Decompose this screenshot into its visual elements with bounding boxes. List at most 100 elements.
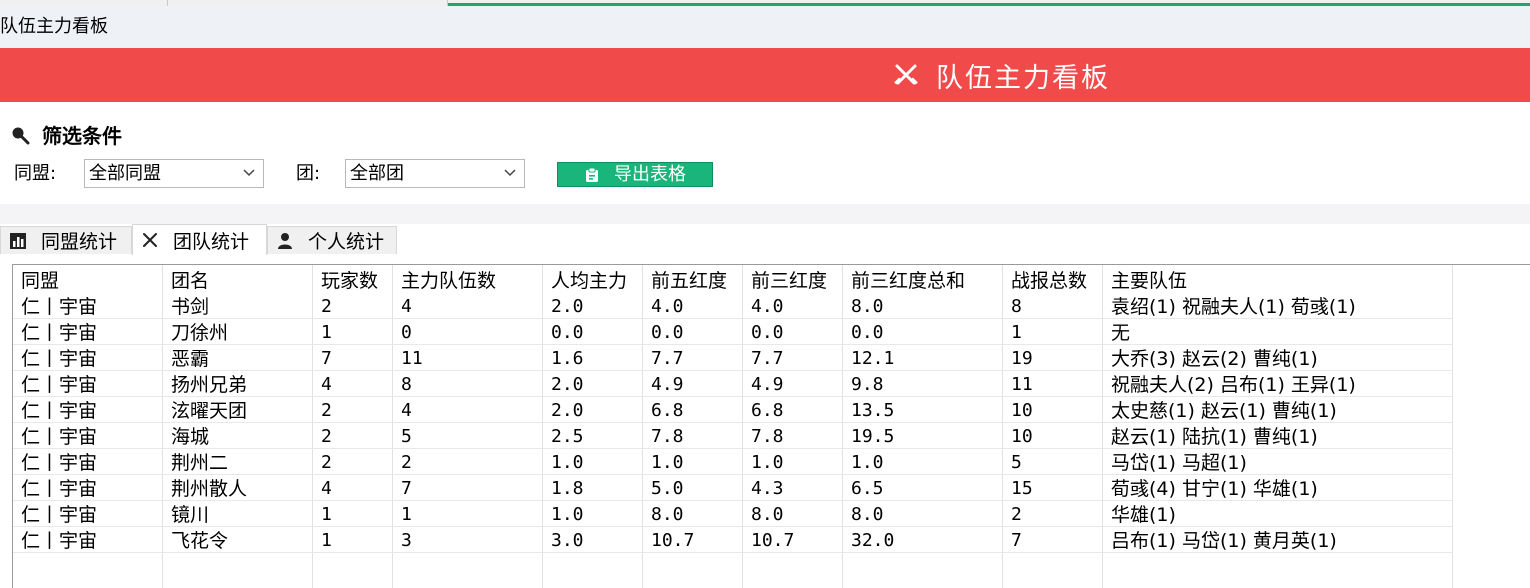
tab-personal-stats[interactable]: 个人统计 — [267, 226, 397, 254]
cell-avg-main: 1.6 — [551, 348, 584, 369]
cell-alliance: 仁丨宇宙 — [21, 322, 98, 344]
cell-player-count: 1 — [321, 530, 332, 551]
cell-top3-red: 0.0 — [751, 322, 784, 343]
header-banner: 队伍主力看板 — [0, 48, 1530, 102]
cell-main-teams: 吕布(1) 马岱(1) 黄月英(1) — [1111, 530, 1337, 552]
cell-main-team-count: 8 — [401, 374, 412, 395]
table-row[interactable]: 仁丨宇宙 荆州散人 4 7 1.8 5.0 4.3 6.5 15 荀彧(4) 甘… — [13, 475, 1453, 501]
export-table-button[interactable]: 导出表格 — [557, 162, 713, 187]
tab-label: 团队统计 — [173, 230, 250, 253]
table-row[interactable]: 仁丨宇宙 海城 2 5 2.5 7.8 7.8 19.5 10 赵云(1) 陆抗… — [13, 423, 1453, 449]
tab-alliance-stats[interactable]: 同盟统计 — [0, 226, 132, 254]
cell-top3-red: 1.0 — [751, 452, 784, 473]
cell-avg-main: 3.0 — [551, 530, 584, 551]
cell-player-count: 7 — [321, 348, 332, 369]
cell-main-teams: 祝融夫人(2) 吕布(1) 王异(1) — [1111, 374, 1356, 396]
chevron-down-icon — [243, 169, 255, 177]
person-icon — [278, 232, 292, 249]
table-row[interactable]: 仁丨宇宙 刀徐州 1 0 0.0 0.0 0.0 0.0 1 无 — [13, 319, 1453, 345]
team-stats-table[interactable]: 同盟 团名 玩家数 主力队伍数 人均主力 前五红度 前三红度 前三红度总和 战报… — [12, 264, 1530, 588]
cell-avg-main: 1.8 — [551, 478, 584, 499]
cell-avg-main: 1.0 — [551, 504, 584, 525]
export-button-label: 导出表格 — [614, 164, 686, 185]
tab-bar: 同盟统计 团队统计 个人统计 — [0, 224, 1530, 255]
cell-top3-red: 4.9 — [751, 374, 784, 395]
table-row[interactable]: 仁丨宇宙 荆州二 2 2 1.0 1.0 1.0 1.0 5 马岱(1) 马超(… — [13, 449, 1453, 475]
cell-team-name: 恶霸 — [171, 348, 210, 370]
cell-avg-main: 0.0 — [551, 322, 584, 343]
table-row[interactable]: 仁丨宇宙 泫曜天团 2 4 2.0 6.8 6.8 13.5 10 太史慈(1)… — [13, 397, 1453, 423]
cell-top5-red: 7.8 — [651, 426, 684, 447]
cell-team-name: 刀徐州 — [171, 322, 229, 344]
cell-alliance: 仁丨宇宙 — [21, 426, 98, 448]
alliance-label: 同盟: — [14, 163, 57, 184]
cell-report-count: 10 — [1011, 400, 1033, 421]
cell-main-team-count: 11 — [401, 348, 423, 369]
cell-report-count: 1 — [1011, 322, 1022, 343]
cell-team-name: 飞花令 — [171, 530, 229, 552]
column-header[interactable]: 战报总数 — [1011, 267, 1087, 293]
cell-top3-red: 10.7 — [751, 530, 795, 551]
cell-top3-red-sum: 13.5 — [851, 400, 895, 421]
cell-main-teams: 赵云(1) 陆抗(1) 曹纯(1) — [1111, 426, 1318, 448]
cell-alliance: 仁丨宇宙 — [21, 296, 98, 318]
column-header[interactable]: 前三红度 — [751, 267, 827, 293]
column-header[interactable]: 人均主力 — [551, 267, 627, 293]
cell-top3-red: 6.8 — [751, 400, 784, 421]
cell-top5-red: 4.9 — [651, 374, 684, 395]
clipboard-icon — [586, 167, 598, 182]
table-row[interactable]: 仁丨宇宙 镜川 1 1 1.0 8.0 8.0 8.0 2 华雄(1) — [13, 501, 1453, 527]
cell-top3-red-sum: 19.5 — [851, 426, 895, 447]
cell-alliance: 仁丨宇宙 — [21, 348, 98, 370]
cell-player-count: 2 — [321, 426, 332, 447]
cell-top3-red-sum: 6.5 — [851, 478, 884, 499]
cell-avg-main: 2.0 — [551, 296, 584, 317]
cell-top5-red: 5.0 — [651, 478, 684, 499]
cell-player-count: 4 — [321, 374, 332, 395]
table-row[interactable]: 仁丨宇宙 飞花令 1 3 3.0 10.7 10.7 32.0 7 吕布(1) … — [13, 527, 1453, 553]
tab-label: 同盟统计 — [41, 231, 118, 253]
cell-main-team-count: 4 — [401, 400, 412, 421]
tab-team-stats[interactable]: 团队统计 — [132, 224, 267, 255]
column-header[interactable]: 主要队伍 — [1111, 267, 1187, 293]
column-header[interactable]: 同盟 — [21, 267, 59, 293]
column-header[interactable]: 玩家数 — [321, 267, 378, 293]
column-header[interactable]: 前三红度总和 — [851, 267, 965, 293]
cell-team-name: 扬州兄弟 — [171, 374, 248, 396]
column-header[interactable]: 团名 — [171, 267, 209, 293]
cell-top3-red: 7.7 — [751, 348, 784, 369]
cell-report-count: 15 — [1011, 478, 1033, 499]
cell-player-count: 1 — [321, 322, 332, 343]
cell-report-count: 10 — [1011, 426, 1033, 447]
column-header[interactable]: 主力队伍数 — [401, 267, 496, 293]
bar-chart-icon — [10, 232, 26, 249]
filter-heading: 筛选条件 — [42, 124, 122, 148]
search-icon — [12, 127, 30, 144]
alliance-select[interactable]: 全部同盟 — [84, 159, 264, 188]
column-header[interactable]: 前五红度 — [651, 267, 727, 293]
cell-top5-red: 8.0 — [651, 504, 684, 525]
cell-top3-red-sum: 0.0 — [851, 322, 884, 343]
cell-report-count: 19 — [1011, 348, 1033, 369]
cell-top3-red-sum: 8.0 — [851, 504, 884, 525]
cell-player-count: 4 — [321, 478, 332, 499]
crossed-swords-icon — [894, 64, 918, 85]
cell-report-count: 5 — [1011, 452, 1022, 473]
cell-alliance: 仁丨宇宙 — [21, 400, 98, 422]
chevron-down-icon — [504, 169, 516, 177]
table-row[interactable]: 仁丨宇宙 扬州兄弟 4 8 2.0 4.9 4.9 9.8 11 祝融夫人(2)… — [13, 371, 1453, 397]
cell-avg-main: 1.0 — [551, 452, 584, 473]
cell-top3-red: 8.0 — [751, 504, 784, 525]
cell-main-teams: 马岱(1) 马超(1) — [1111, 452, 1247, 474]
cell-report-count: 7 — [1011, 530, 1022, 551]
cell-main-teams: 袁绍(1) 祝融夫人(1) 荀彧(1) — [1111, 296, 1356, 318]
table-row[interactable]: 仁丨宇宙 恶霸 7 11 1.6 7.7 7.7 12.1 19 大乔(3) 赵… — [13, 345, 1453, 371]
cell-alliance: 仁丨宇宙 — [21, 374, 98, 396]
table-row[interactable]: 仁丨宇宙 书剑 2 4 2.0 4.0 4.0 8.0 8 袁绍(1) 祝融夫人… — [13, 293, 1453, 319]
cell-team-name: 镜川 — [171, 504, 210, 526]
cell-top3-red-sum: 1.0 — [851, 452, 884, 473]
group-select[interactable]: 全部团 — [345, 159, 525, 188]
cell-player-count: 1 — [321, 504, 332, 525]
cell-top3-red: 4.3 — [751, 478, 784, 499]
cell-main-teams: 荀彧(4) 甘宁(1) 华雄(1) — [1111, 478, 1318, 500]
